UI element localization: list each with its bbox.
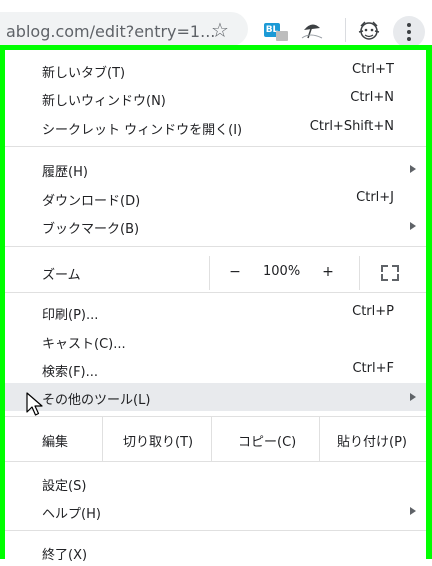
bookmark-star-icon[interactable]: ☆ xyxy=(211,18,229,42)
cut-button[interactable]: 切り取り(T) xyxy=(123,431,193,450)
menu-item-shortcut: Ctrl+Shift+N xyxy=(309,119,394,134)
menu-item-label: 検索(F)... xyxy=(42,365,99,380)
menu-item-label: キャスト(C)... xyxy=(42,337,126,352)
menu-item-shortcut: Ctrl+F xyxy=(352,361,394,376)
menu-divider xyxy=(5,246,426,247)
toolbar-divider xyxy=(345,18,346,42)
menu-item-label: 新しいタブ(T) xyxy=(42,66,126,81)
menu-item-shortcut: Ctrl+P xyxy=(352,304,394,319)
zoom-label: ズーム xyxy=(42,268,81,283)
kebab-dot-icon xyxy=(407,23,411,27)
menu-item-label: シークレット ウィンドウを開く(I) xyxy=(42,123,243,138)
menu-item-incognito[interactable]: シークレット ウィンドウを開く(I) Ctrl+Shift+N xyxy=(5,113,426,141)
submenu-arrow-icon xyxy=(410,393,416,401)
submenu-arrow-icon xyxy=(410,222,416,230)
menu-item-label: その他のツール(L) xyxy=(42,393,151,408)
zoom-divider xyxy=(359,256,360,290)
menu-divider xyxy=(5,461,426,462)
menu-item-new-tab[interactable]: 新しいタブ(T) Ctrl+T xyxy=(5,56,426,84)
menu-item-label: 履歴(H) xyxy=(42,165,88,180)
submenu-arrow-icon xyxy=(410,165,416,173)
menu-zoom-row: ズーム − 100% + xyxy=(5,256,426,290)
submenu-arrow-icon xyxy=(410,507,416,515)
zoom-level-value: 100% xyxy=(263,264,301,279)
extension-character-icon[interactable] xyxy=(356,18,382,44)
menu-item-label: 終了(X) xyxy=(42,548,88,563)
menu-item-new-window[interactable]: 新しいウィンドウ(N) Ctrl+N xyxy=(5,84,426,112)
edit-divider xyxy=(102,417,103,461)
browser-toolbar: ablog.com/edit?entry=1... ☆ BL xyxy=(0,0,432,48)
chrome-menu-button[interactable] xyxy=(393,16,425,48)
menu-item-label: ダウンロード(D) xyxy=(42,194,141,209)
menu-item-shortcut: Ctrl+N xyxy=(350,90,394,105)
zoom-out-button[interactable]: − xyxy=(224,261,246,283)
paste-button[interactable]: 貼り付け(P) xyxy=(337,431,407,450)
extension-umbrella-icon[interactable] xyxy=(300,18,324,42)
copy-button[interactable]: コピー(C) xyxy=(238,431,296,450)
edit-divider xyxy=(211,417,212,461)
menu-item-history[interactable]: 履歴(H) xyxy=(5,155,426,183)
zoom-divider xyxy=(209,256,210,290)
menu-item-label: ヘルプ(H) xyxy=(42,507,101,522)
menu-item-exit[interactable]: 終了(X) xyxy=(5,538,426,566)
menu-divider xyxy=(5,292,426,293)
menu-divider xyxy=(5,530,426,531)
edit-divider xyxy=(319,417,320,461)
menu-item-more-tools[interactable]: その他のツール(L) xyxy=(5,383,426,411)
menu-item-find[interactable]: 検索(F)... Ctrl+F xyxy=(5,355,426,383)
menu-item-print[interactable]: 印刷(P)... Ctrl+P xyxy=(5,298,426,326)
menu-item-shortcut: Ctrl+J xyxy=(356,190,394,205)
menu-item-label: 設定(S) xyxy=(42,479,87,494)
menu-item-settings[interactable]: 設定(S) xyxy=(5,469,426,497)
edit-label: 編集 xyxy=(42,435,69,450)
fullscreen-icon[interactable] xyxy=(381,265,399,281)
menu-divider xyxy=(5,146,426,147)
mouse-cursor-icon xyxy=(26,392,43,416)
menu-item-label: 印刷(P)... xyxy=(42,308,99,323)
kebab-dot-icon xyxy=(407,30,411,34)
menu-item-downloads[interactable]: ダウンロード(D) Ctrl+J xyxy=(5,184,426,212)
menu-item-label: 新しいウィンドウ(N) xyxy=(42,94,166,109)
menu-item-cast[interactable]: キャスト(C)... xyxy=(5,327,426,355)
menu-item-bookmarks[interactable]: ブックマーク(B) xyxy=(5,212,426,240)
menu-item-label: ブックマーク(B) xyxy=(42,222,140,237)
menu-item-shortcut: Ctrl+T xyxy=(352,62,394,77)
menu-edit-row: 編集 切り取り(T) コピー(C) 貼り付け(P) xyxy=(5,417,426,461)
kebab-dot-icon xyxy=(407,37,411,41)
chrome-menu: 新しいタブ(T) Ctrl+T 新しいウィンドウ(N) Ctrl+N シークレッ… xyxy=(5,50,426,563)
menu-item-help[interactable]: ヘルプ(H) xyxy=(5,497,426,525)
extension-bl-badge xyxy=(276,31,288,41)
zoom-in-button[interactable]: + xyxy=(317,261,339,283)
address-url[interactable]: ablog.com/edit?entry=1... xyxy=(6,22,215,41)
